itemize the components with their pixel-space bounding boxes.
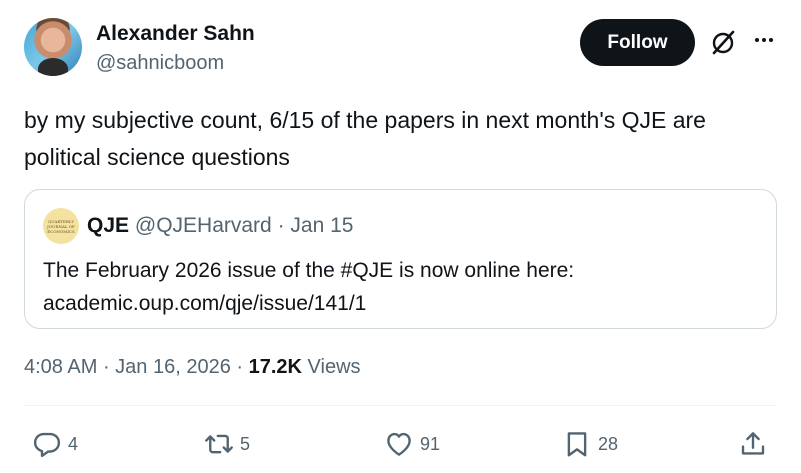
- quoted-text-line: academic.oup.com/qje/issue/141/1: [43, 292, 367, 315]
- quoted-header: QJE @QJEHarvard · Jan 15: [87, 214, 353, 238]
- quoted-avatar-line: ECONOMICS: [47, 228, 75, 234]
- tweet-time[interactable]: 4:08 AM: [24, 356, 97, 378]
- more-icon[interactable]: [750, 26, 778, 54]
- quoted-tweet-card[interactable]: QUARTERLY JOURNAL OF ECONOMICS QJE @QJEH…: [24, 189, 777, 329]
- grok-icon[interactable]: [708, 28, 738, 58]
- quoted-text: The February 2026 issue of the #QJE is n…: [43, 254, 763, 320]
- repost-count: 5: [240, 433, 251, 454]
- reply-icon: [33, 432, 61, 458]
- share-button[interactable]: [738, 426, 768, 462]
- bookmark-count: 28: [598, 433, 619, 454]
- like-icon: [387, 432, 411, 456]
- tweet-text: by my subjective count, 6/15 of the pape…: [24, 107, 706, 170]
- like-button[interactable]: 91: [384, 426, 440, 462]
- follow-button[interactable]: Follow: [580, 19, 695, 66]
- avatar[interactable]: [24, 18, 82, 76]
- author-handle[interactable]: @sahnicboom: [96, 52, 224, 75]
- quoted-separator: ·: [277, 214, 285, 237]
- views-count: 17.2K: [248, 356, 302, 378]
- quoted-avatar[interactable]: QUARTERLY JOURNAL OF ECONOMICS: [43, 208, 79, 244]
- bookmark-icon: [567, 432, 587, 457]
- tweet-date[interactable]: Jan 16, 2026: [115, 356, 231, 378]
- meta-separator: ·: [102, 356, 116, 378]
- quoted-handle[interactable]: @QJEHarvard: [135, 214, 272, 237]
- reply-count: 4: [68, 433, 79, 454]
- quoted-date[interactable]: Jan 15: [290, 214, 353, 237]
- views-label: Views: [307, 356, 361, 378]
- author-name[interactable]: Alexander Sahn: [96, 22, 255, 46]
- repost-button[interactable]: 5: [204, 426, 250, 462]
- divider: [24, 405, 777, 406]
- share-icon: [741, 432, 765, 455]
- repost-icon: [205, 434, 233, 454]
- quoted-text-line: The February 2026 issue of the #QJE is n…: [43, 259, 575, 282]
- bookmark-button[interactable]: 28: [562, 426, 618, 462]
- meta-separator: ·: [236, 356, 249, 378]
- tweet-meta: 4:08 AM · Jan 16, 2026 · 17.2K Views: [24, 356, 361, 379]
- quoted-name[interactable]: QJE: [87, 214, 129, 237]
- like-count: 91: [420, 433, 441, 454]
- reply-button[interactable]: 4: [32, 426, 78, 462]
